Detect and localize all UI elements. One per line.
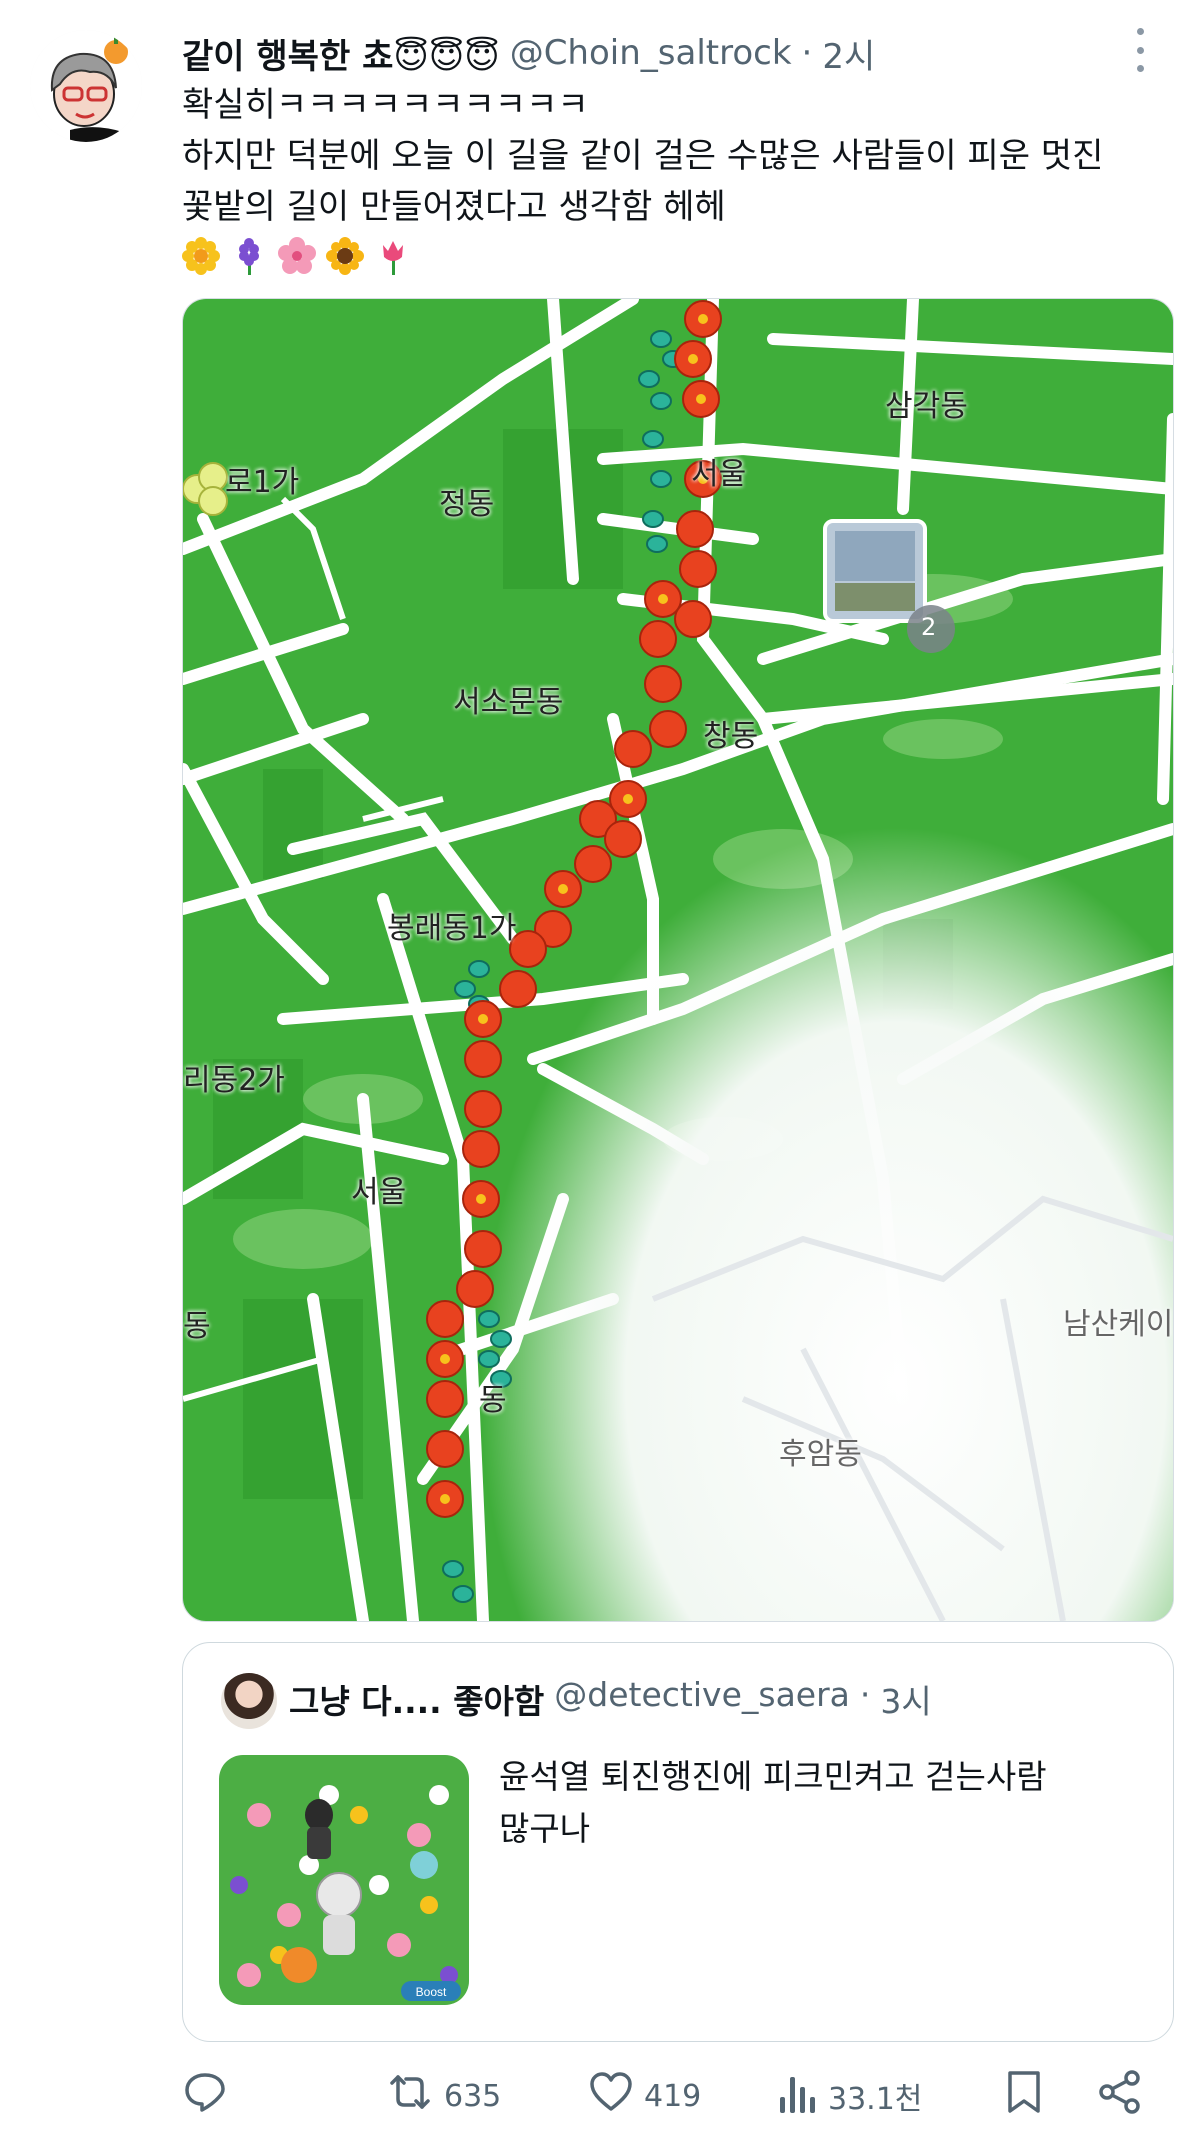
- emoji-row: [182, 237, 1142, 275]
- quoted-tweet-header: 그냥 다.... 좋아함 @detective_saera · 3시: [289, 1675, 932, 1723]
- map-label: 동: [479, 1383, 507, 1418]
- map-label: 창동: [703, 719, 759, 754]
- quoted-author-handle[interactable]: @detective_saera: [554, 1675, 850, 1723]
- hyacinth-icon: [230, 237, 268, 275]
- map-label: 정동: [439, 487, 495, 522]
- author-avatar[interactable]: [30, 30, 142, 142]
- views-count: 33.1천: [828, 2082, 923, 2117]
- map-label: 남산케이: [1063, 1307, 1174, 1342]
- quoted-tweet-timestamp[interactable]: 3시: [880, 1675, 931, 1723]
- like-count: 419: [644, 2078, 702, 2114]
- reply-icon: [182, 2069, 228, 2123]
- author-handle[interactable]: @Choin_saltrock: [510, 33, 792, 73]
- share-icon: [1098, 2069, 1142, 2123]
- map-label: 서울: [691, 457, 747, 492]
- map-label: 서소문동: [453, 685, 564, 720]
- tulip-icon: [374, 237, 412, 275]
- action-bar: 635 419 33.1천: [182, 2070, 1142, 2122]
- retweet-count: 635: [444, 2078, 502, 2114]
- share-button[interactable]: [1098, 2070, 1142, 2122]
- like-button[interactable]: 419: [588, 2070, 701, 2122]
- separator-dot: ·: [859, 1675, 871, 1714]
- quoted-tweet-thumbnail[interactable]: Boost: [219, 1755, 469, 2005]
- quoted-author-display-name[interactable]: 그냥 다.... 좋아함: [289, 1675, 544, 1723]
- tweet-text-line: 하지만 덕분에 오늘 이 길을 같이 걸은 수많은 사람들이 피운 멋진: [182, 136, 1104, 176]
- tweet-text-line: 확실히ㅋㅋㅋㅋㅋㅋㅋㅋㅋㅋ: [182, 85, 589, 125]
- quoted-tweet[interactable]: 그냥 다.... 좋아함 @detective_saera · 3시 Boost…: [182, 1642, 1174, 2042]
- quoted-author-avatar[interactable]: [221, 1673, 277, 1729]
- quoted-text-line: 윤석열 퇴진행진에 피크민켜고 걷는사람: [499, 1757, 1047, 1796]
- author-display-name[interactable]: 같이 행복한 쵸😇😇😇: [182, 29, 500, 78]
- bookmark-icon: [1004, 2069, 1044, 2123]
- boost-badge: Boost: [416, 1985, 447, 1999]
- retweet-button[interactable]: 635: [386, 2070, 501, 2122]
- sunflower-blossom-icon: [182, 237, 220, 275]
- more-options-icon[interactable]: [1120, 28, 1160, 72]
- separator-dot: ·: [801, 33, 813, 73]
- map-label: 리동2가: [183, 1063, 285, 1098]
- retweet-icon: [386, 2069, 434, 2123]
- sunflower-icon: [326, 237, 364, 275]
- views-button[interactable]: 33.1천: [778, 2070, 922, 2122]
- map-label: 후암동: [779, 1437, 862, 1472]
- tweet-text-line: 꽃밭의 길이 만들어졌다고 생각함 헤헤: [182, 187, 726, 227]
- cherry-blossom-icon: [278, 237, 316, 275]
- cluster-badge[interactable]: 2: [921, 613, 936, 641]
- tweet-timestamp[interactable]: 2시: [822, 29, 875, 78]
- map-image[interactable]: 삼각동 로1가 정동 서울 서소문동 창동 봉래동1가 리동2가 서울 남산케이…: [182, 298, 1174, 1622]
- bookmark-button[interactable]: [1004, 2070, 1044, 2122]
- reply-button[interactable]: [182, 2070, 238, 2122]
- tweet-header: 같이 행복한 쵸😇😇😇 @Choin_saltrock · 2시: [182, 26, 1160, 80]
- tweet-body: 확실히ㅋㅋㅋㅋㅋㅋㅋㅋㅋㅋ 하지만 덕분에 오늘 이 길을 같이 걸은 수많은 …: [182, 80, 1142, 275]
- map-label: 서울: [351, 1175, 407, 1210]
- map-label: 동: [183, 1309, 211, 1344]
- quoted-tweet-body: 윤석열 퇴진행진에 피크민켜고 걷는사람 많구나: [499, 1751, 1139, 1855]
- quoted-text-line: 많구나: [499, 1809, 591, 1848]
- map-label: 삼각동: [885, 389, 968, 424]
- map-label: 봉래동1가: [387, 911, 517, 946]
- views-chart-icon: [778, 2069, 818, 2123]
- map-label: 로1가: [225, 465, 300, 500]
- heart-icon: [588, 2069, 634, 2123]
